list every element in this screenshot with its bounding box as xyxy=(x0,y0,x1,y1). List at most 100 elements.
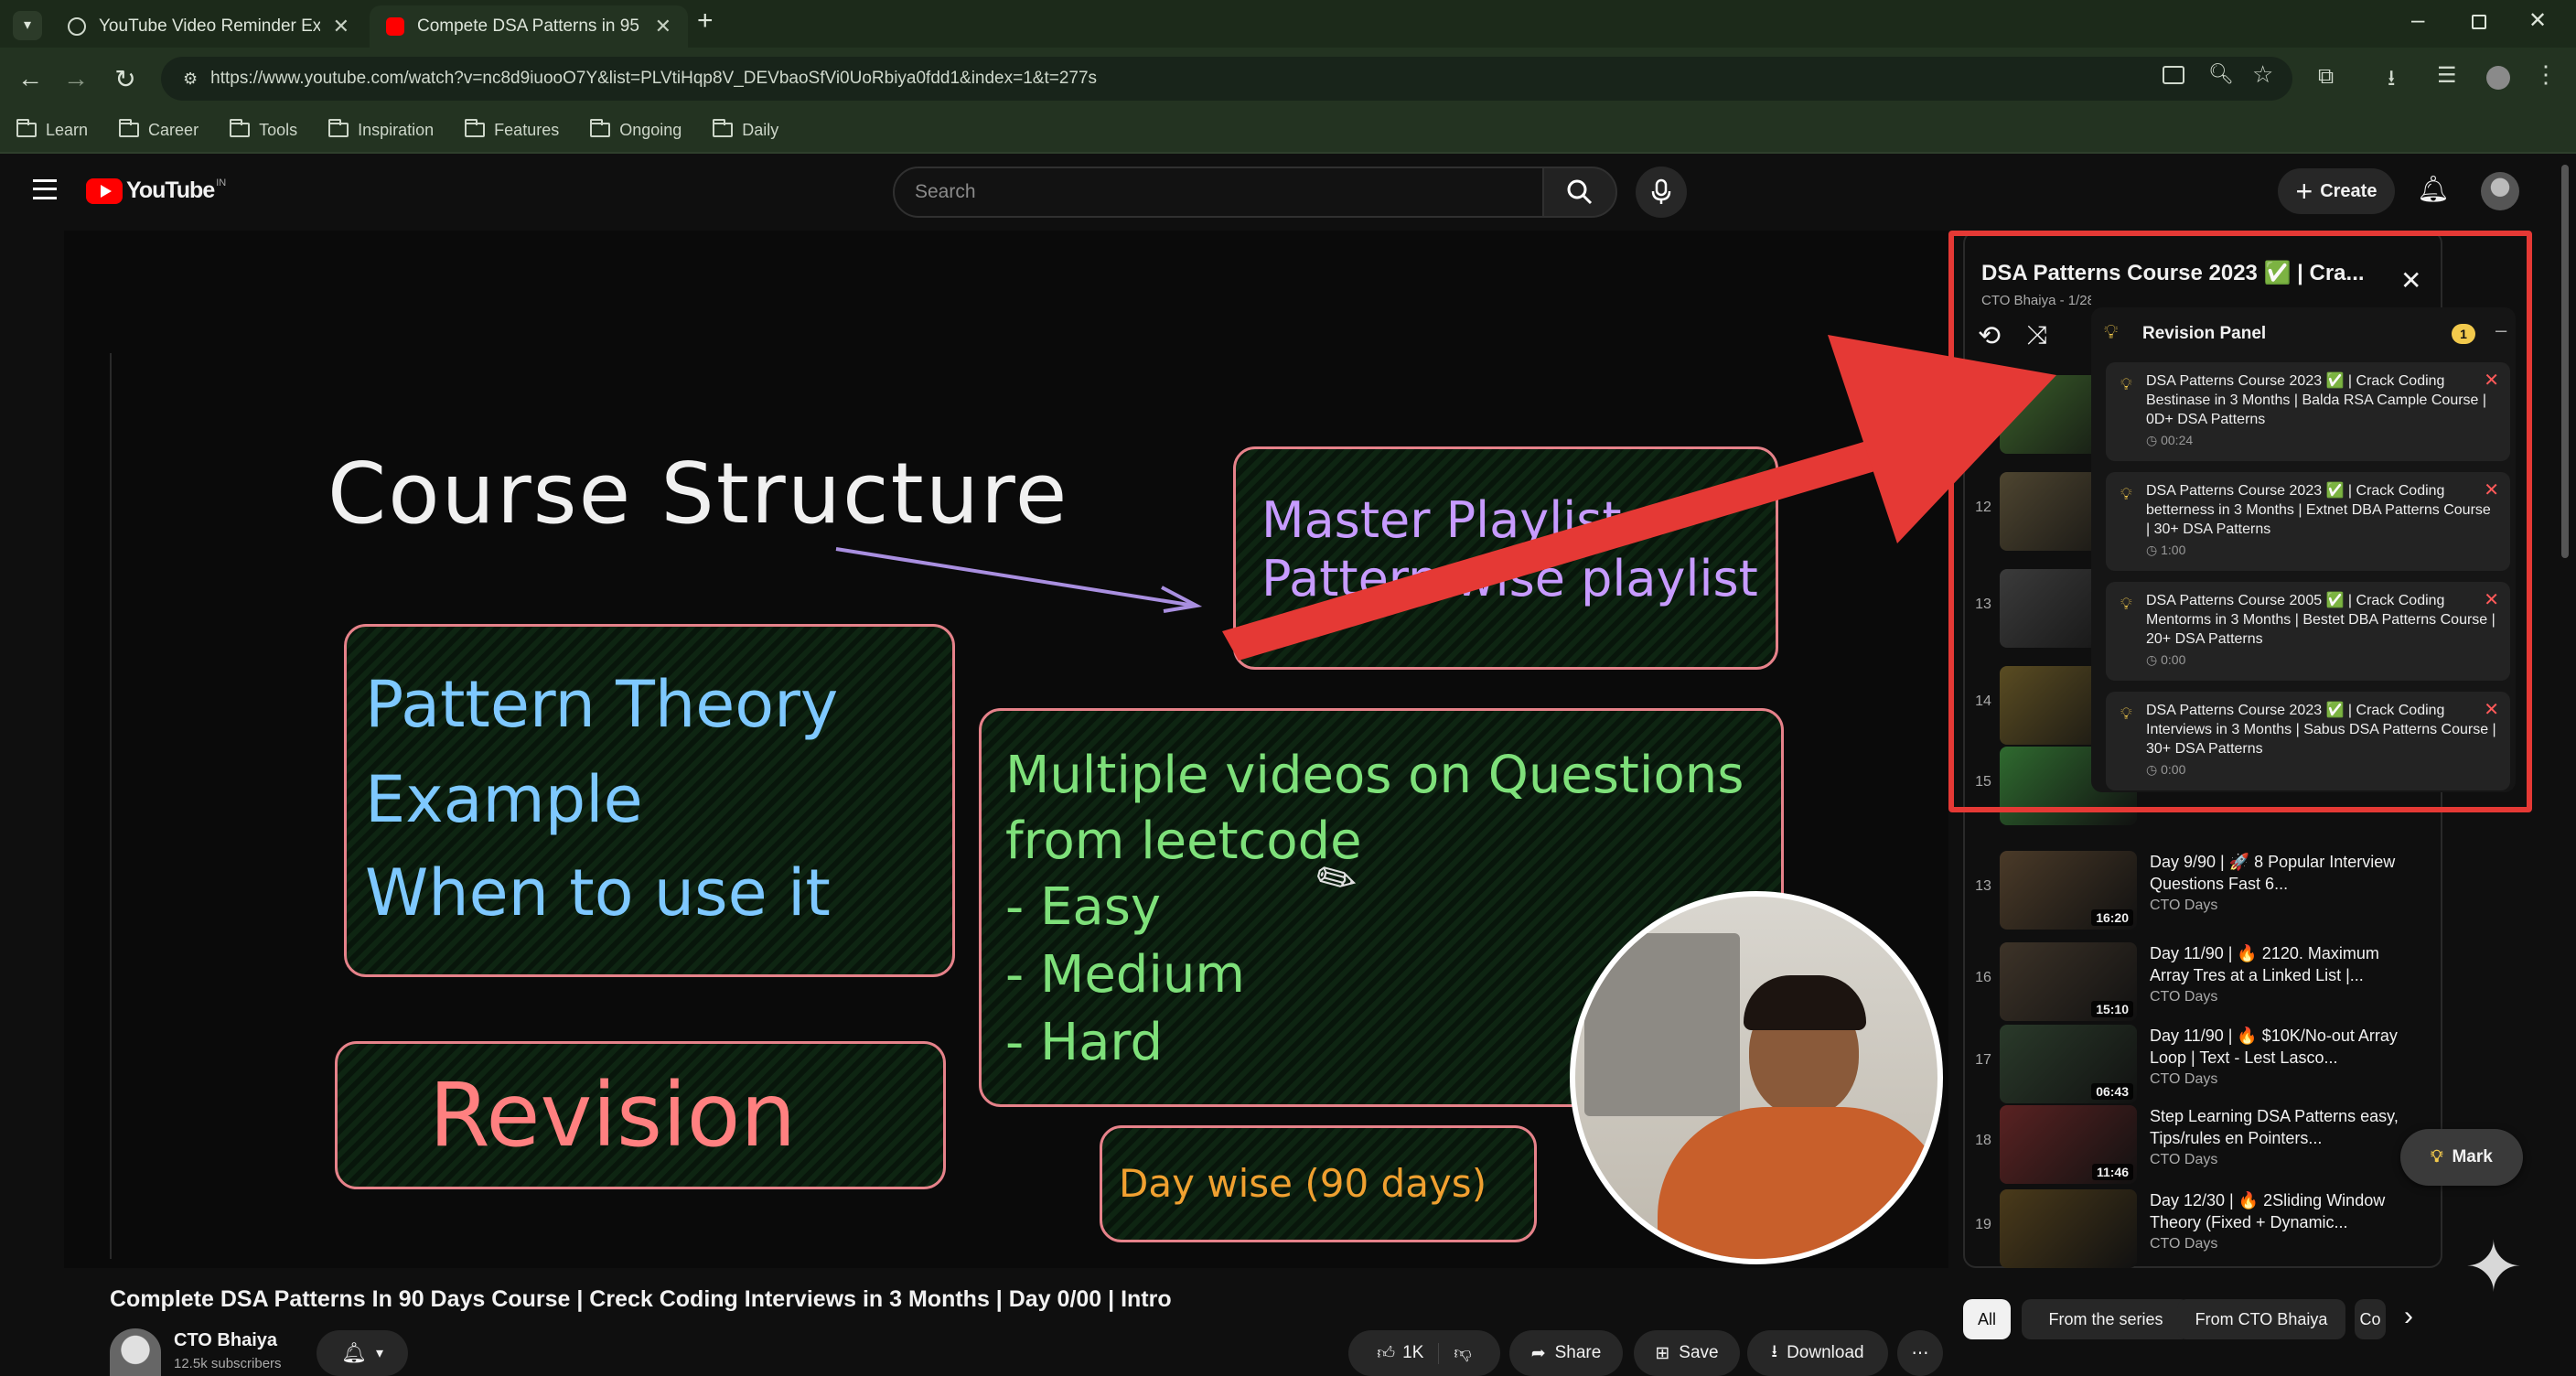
reading-list-icon[interactable]: ☰ xyxy=(2437,62,2457,89)
more-icon: ⋯ xyxy=(1911,1343,1929,1363)
notifications-bell-icon[interactable]: 🔔︎ xyxy=(2417,174,2450,204)
box-revision: Revision xyxy=(335,1041,946,1189)
new-tab-button[interactable]: + xyxy=(697,5,714,37)
playlist-item-title: Day 11/90 | 🔥 $10K/No-out Array Loop | T… xyxy=(2150,1027,2398,1067)
bookmark-folder[interactable]: Learn xyxy=(16,119,88,140)
bookmark-folder[interactable]: Daily xyxy=(713,119,778,140)
box-day-wise: Day wise (90 days) xyxy=(1100,1125,1537,1242)
browser-menu-icon[interactable]: ⋮ xyxy=(2534,60,2558,89)
minimize-button[interactable]: – xyxy=(2411,5,2424,34)
chevron-right-icon[interactable]: › xyxy=(2404,1301,2413,1332)
tab-extension[interactable]: YouTube Video Reminder Exte ✕ xyxy=(51,5,366,48)
folder-icon xyxy=(119,119,140,137)
box-pattern-theory: Pattern Theory Example When to use it xyxy=(344,624,955,977)
duration-badge: 16:20 xyxy=(2091,909,2133,926)
tab-youtube-active[interactable]: Compete DSA Patterns in 95 D ✕ xyxy=(370,5,688,48)
bookmark-folder[interactable]: Tools xyxy=(230,119,297,140)
playlist-index: 16 xyxy=(1975,970,1991,985)
playlist-item[interactable]: 19 Day 12/30 | 🔥 2Sliding Window Theory (… xyxy=(1967,1180,2442,1281)
playlist-item-info: Step Learning DSA Patterns easy, Tips/ru… xyxy=(2137,1105,2411,1171)
chalk-heading: Course Structure xyxy=(327,445,1069,543)
chip-more[interactable]: Co xyxy=(2355,1299,2386,1339)
bookmark-folder[interactable]: Inspiration xyxy=(328,119,434,140)
microphone-icon xyxy=(1651,178,1671,204)
presenter-webcam xyxy=(1570,891,1943,1264)
close-tab-icon[interactable]: ✕ xyxy=(333,15,349,38)
more-actions-button[interactable]: ⋯ xyxy=(1897,1330,1943,1376)
playlist-item[interactable]: 13 16:20 Day 9/90 | 🚀 8 Popular Interview … xyxy=(1967,842,2442,942)
restore-button[interactable] xyxy=(2472,15,2486,29)
video-thumbnail[interactable]: 15:10 xyxy=(2000,942,2137,1021)
reload-icon[interactable]: ↻ xyxy=(110,64,141,94)
thumbs-down-icon: 👎︎ xyxy=(1454,1343,1472,1363)
mark-button[interactable]: 💡︎ Mark xyxy=(2400,1129,2523,1186)
chip-from-channel[interactable]: From CTO Bhaiya xyxy=(2177,1299,2345,1339)
download-button[interactable]: ⭳ Download xyxy=(1747,1330,1888,1376)
address-bar[interactable]: ⚙ https://www.youtube.com/watch?v=nc8d9i… xyxy=(161,57,2292,101)
bookmark-folder[interactable]: Features xyxy=(465,119,559,140)
duration-badge: 11:46 xyxy=(2091,1164,2133,1180)
thumbs-up-icon: 👍︎ xyxy=(1377,1343,1396,1363)
chalk-arrow xyxy=(835,547,1203,613)
url-text: https://www.youtube.com/watch?v=nc8d9iuo… xyxy=(210,69,1098,88)
plus-icon: + xyxy=(2295,174,2313,208)
video-thumbnail[interactable] xyxy=(2000,1189,2137,1268)
globe-icon xyxy=(68,17,86,36)
video-thumbnail[interactable]: 06:43 xyxy=(2000,1025,2137,1103)
bookmark-folder[interactable]: Career xyxy=(119,119,199,140)
close-window-button[interactable]: ✕ xyxy=(2528,7,2547,34)
site-info-icon[interactable]: ⚙ xyxy=(183,70,198,89)
downloads-icon[interactable]: ⭳ xyxy=(2388,62,2395,100)
playlist-item-title: Step Learning DSA Patterns easy, Tips/ru… xyxy=(2150,1107,2399,1147)
search-input[interactable]: Search xyxy=(893,167,1544,218)
playlist-item-info: Day 11/90 | 🔥 $10K/No-out Array Loop | T… xyxy=(2137,1025,2411,1091)
video-left-edge xyxy=(110,353,112,1259)
install-icon[interactable] xyxy=(2163,66,2184,84)
video-thumbnail[interactable]: 11:46 xyxy=(2000,1105,2137,1184)
subscribed-bell-button[interactable]: 🔔︎ ▾ xyxy=(317,1330,408,1376)
playlist-item-channel: CTO Days xyxy=(2150,898,2218,913)
search-button[interactable] xyxy=(1542,167,1617,218)
bookmark-star-icon[interactable]: ☆ xyxy=(2252,60,2273,89)
sparkle-icon: ✦ xyxy=(2464,1229,2523,1306)
extensions-icon[interactable]: ⧉ xyxy=(2318,64,2334,90)
bookmark-folder[interactable]: Ongoing xyxy=(590,119,682,140)
playlist-index: 19 xyxy=(1975,1217,1991,1232)
playlist-item-title: Day 11/90 | 🔥 2120. Maximum Array Tres a… xyxy=(2150,944,2379,984)
playlist-index: 18 xyxy=(1975,1133,1991,1148)
dislike-button[interactable]: 👎︎ xyxy=(1439,1343,1486,1364)
like-button[interactable]: 👍︎ 1K xyxy=(1362,1342,1440,1364)
folder-icon xyxy=(328,119,349,137)
folder-icon xyxy=(465,119,486,137)
youtube-logo[interactable]: YouTube IN xyxy=(86,177,226,204)
close-tab-icon[interactable]: ✕ xyxy=(655,15,671,38)
search-icon xyxy=(1567,179,1593,205)
back-icon[interactable]: ← xyxy=(15,64,46,93)
tab-list-button[interactable]: ▾ xyxy=(13,11,42,40)
share-button[interactable]: ➦ Share xyxy=(1509,1330,1623,1376)
chip-from-series[interactable]: From the series xyxy=(2022,1299,2190,1339)
profile-avatar[interactable] xyxy=(2486,66,2510,90)
like-dislike-group: 👍︎ 1K 👎︎ xyxy=(1348,1330,1500,1376)
folder-icon xyxy=(590,119,611,137)
youtube-play-icon xyxy=(86,177,123,204)
video-thumbnail[interactable]: 16:20 xyxy=(2000,851,2137,930)
page-scrollbar[interactable] xyxy=(2561,165,2569,558)
folder-icon xyxy=(713,119,734,137)
channel-name[interactable]: CTO Bhaiya xyxy=(174,1330,277,1351)
voice-search-button[interactable] xyxy=(1636,167,1687,218)
bell-icon: 🔔︎ xyxy=(341,1341,367,1364)
save-button[interactable]: ⊞ Save xyxy=(1634,1330,1740,1376)
create-button[interactable]: + Create xyxy=(2278,168,2395,214)
share-icon: ➦ xyxy=(1530,1343,1546,1363)
annotation-arrow xyxy=(1222,335,2056,661)
chip-all[interactable]: All xyxy=(1963,1299,2011,1339)
account-avatar[interactable] xyxy=(2481,172,2519,210)
playlist-item-info: Day 12/30 | 🔥 2Sliding Window Theory (Fi… xyxy=(2137,1189,2411,1255)
zoom-icon[interactable]: 🔍︎ xyxy=(2208,62,2234,86)
save-icon: ⊞ xyxy=(1655,1343,1670,1363)
channel-avatar[interactable] xyxy=(110,1328,161,1376)
playlist-item-info: Day 9/90 | 🚀 8 Popular Interview Questio… xyxy=(2137,851,2411,917)
hamburger-menu-icon[interactable] xyxy=(33,179,57,199)
forward-icon[interactable]: → xyxy=(60,64,91,93)
